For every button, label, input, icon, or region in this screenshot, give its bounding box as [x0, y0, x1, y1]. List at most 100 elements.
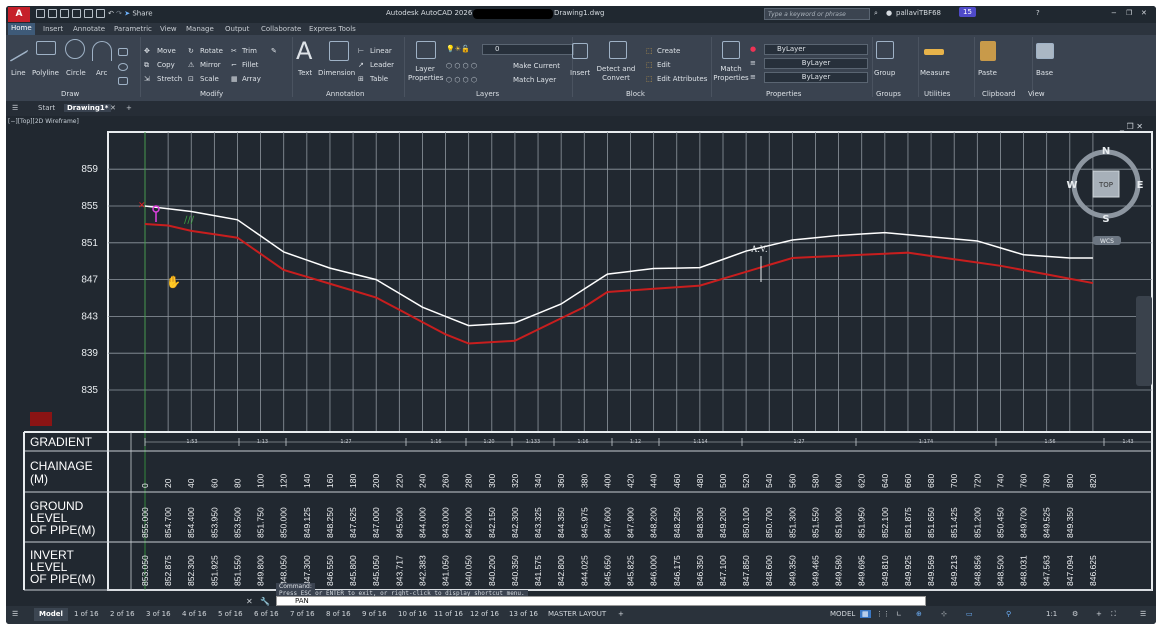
model-button[interactable]: MODEL	[830, 610, 855, 618]
paste-icon[interactable]	[980, 41, 996, 61]
layout-tab[interactable]: 11 of 16	[434, 610, 463, 618]
plus-icon[interactable]: +	[1096, 610, 1102, 618]
tab-insert[interactable]: Insert	[43, 25, 63, 33]
tab-home[interactable]: Home	[8, 23, 35, 35]
fullscreen-icon[interactable]: ⛶	[1111, 610, 1116, 619]
circle-icon[interactable]	[65, 39, 85, 59]
linear-button[interactable]: Linear	[370, 47, 392, 55]
pencil-icon[interactable]: ✎	[271, 47, 277, 55]
scale-button[interactable]: Scale	[200, 75, 219, 83]
customize-icon[interactable]: ☰	[1140, 610, 1146, 618]
menu-icon[interactable]: ☰	[12, 104, 18, 112]
share-button[interactable]: Share	[132, 10, 152, 18]
color-dropdown[interactable]: ByLayer	[764, 44, 868, 55]
undo-icon[interactable]: ↶	[108, 10, 114, 18]
polyline-button[interactable]: Polyline	[32, 69, 59, 77]
base-button[interactable]: Base	[1036, 69, 1053, 77]
share-icon[interactable]: ➤	[124, 10, 130, 18]
lineweight-toggle-icon[interactable]: ▭	[966, 610, 973, 618]
mirror-button[interactable]: Mirror	[200, 61, 221, 69]
layout-tab[interactable]: 5 of 16	[218, 610, 243, 618]
detect-convert-button[interactable]: Detect and Convert	[596, 65, 636, 83]
help-icon[interactable]: ?	[1036, 9, 1040, 17]
text-icon[interactable]: A	[296, 37, 312, 65]
master-layout-tab[interactable]: MASTER LAYOUT	[548, 610, 606, 618]
layer-tools-icon[interactable]: ⬡ ⬡ ⬡ ⬡	[446, 62, 477, 70]
paste-button[interactable]: Paste	[978, 69, 997, 77]
hatch-icon[interactable]	[118, 63, 128, 71]
detect-icon[interactable]	[609, 41, 627, 59]
search-input[interactable]: Type a keyword or phrase	[764, 8, 870, 20]
ortho-icon[interactable]: ∟	[896, 610, 902, 618]
rotate-button[interactable]: Rotate	[200, 47, 223, 55]
grid-icon[interactable]: ▦	[860, 610, 871, 618]
close-tab-icon[interactable]: ✕	[110, 104, 116, 112]
stretch-button[interactable]: Stretch	[157, 75, 182, 83]
group-button[interactable]: Group	[874, 69, 895, 77]
match-layer-button[interactable]: Match Layer	[513, 76, 556, 84]
tab-manage[interactable]: Manage	[186, 25, 214, 33]
close-command-icon[interactable]: ✕	[246, 597, 253, 606]
close-icon[interactable]: ✕	[1141, 9, 1147, 17]
start-tab[interactable]: Start	[38, 104, 55, 112]
tab-view[interactable]: View	[160, 25, 177, 33]
tab-collaborate[interactable]: Collaborate	[261, 25, 301, 33]
match-properties-icon[interactable]	[722, 41, 740, 59]
layout-tab[interactable]: 6 of 16	[254, 610, 279, 618]
layer-tools2-icon[interactable]: ⬡ ⬡ ⬡ ⬡	[446, 76, 477, 84]
add-layout-icon[interactable]: +	[618, 610, 624, 618]
line-icon[interactable]	[10, 33, 28, 63]
base-icon[interactable]	[1036, 43, 1054, 59]
layout-tab[interactable]: 7 of 16	[290, 610, 315, 618]
array-button[interactable]: Array	[242, 75, 261, 83]
tab-parametric[interactable]: Parametric	[114, 25, 152, 33]
wrench-icon[interactable]: 🔧	[260, 597, 270, 606]
layout-tab[interactable]: 13 of 16	[509, 610, 538, 618]
save-icon[interactable]	[60, 9, 69, 18]
make-current-button[interactable]: Make Current	[513, 62, 560, 70]
osnap-icon[interactable]: ⊹	[941, 610, 947, 618]
edit-button[interactable]: Edit	[657, 61, 671, 69]
model-tab[interactable]: Model	[34, 608, 68, 621]
tab-express-tools[interactable]: Express Tools	[309, 25, 356, 33]
drawing-viewport[interactable]: [−][Top][2D Wireframe] 859 855 851 847 843 83…	[6, 116, 1156, 606]
trim-button[interactable]: Trim	[242, 47, 257, 55]
layer-dropdown[interactable]: 0	[482, 44, 574, 55]
group-icon[interactable]	[876, 41, 894, 59]
copy-button[interactable]: Copy	[157, 61, 175, 69]
layout-tab[interactable]: 2 of 16	[110, 610, 135, 618]
insert-button[interactable]: Insert	[570, 69, 590, 77]
region-icon[interactable]	[118, 77, 128, 85]
user-name[interactable]: pallaviTBF68	[896, 9, 941, 17]
arc-icon[interactable]	[92, 41, 112, 61]
layout-tab[interactable]: 12 of 16	[470, 610, 499, 618]
arc-button[interactable]: Arc	[96, 69, 107, 77]
table-button[interactable]: Table	[370, 75, 388, 83]
layout-menu-icon[interactable]: ☰	[12, 610, 18, 618]
open-icon[interactable]	[48, 9, 57, 18]
user-icon[interactable]: ●	[886, 9, 892, 17]
autocad-logo[interactable]: A	[8, 7, 30, 22]
web-icon[interactable]	[84, 9, 93, 18]
polyline-icon[interactable]	[36, 41, 56, 55]
dimension-icon[interactable]	[329, 41, 349, 61]
fillet-button[interactable]: Fillet	[242, 61, 258, 69]
search-icon[interactable]: ⌕	[874, 9, 878, 18]
rectangle-icon[interactable]	[118, 48, 128, 56]
linetype-dropdown[interactable]: ByLayer	[764, 58, 868, 69]
layout-tab[interactable]: 9 of 16	[362, 610, 387, 618]
redo-icon[interactable]: ↷	[116, 10, 122, 18]
drawing-canvas[interactable]: 859 855 851 847 843 839 835 ✕ ∕∕∕ A.V. ✋ GRADIENT CH…	[6, 116, 1156, 606]
notification-badge[interactable]: 15	[959, 7, 976, 17]
polar-icon[interactable]: ⊕	[916, 610, 922, 618]
move-button[interactable]: Move	[157, 47, 176, 55]
layer-properties-button[interactable]: Layer Properties	[408, 65, 443, 83]
line-button[interactable]: Line	[11, 69, 26, 77]
text-button[interactable]: Text	[298, 69, 312, 77]
saveas-icon[interactable]	[72, 9, 81, 18]
create-button[interactable]: Create	[657, 47, 680, 55]
layer-properties-icon[interactable]	[416, 41, 436, 59]
snap-icon[interactable]: ⋮⋮	[876, 610, 890, 618]
match-properties-button[interactable]: Match Properties	[712, 65, 750, 83]
drawing-tab[interactable]: Drawing1*	[64, 104, 112, 112]
